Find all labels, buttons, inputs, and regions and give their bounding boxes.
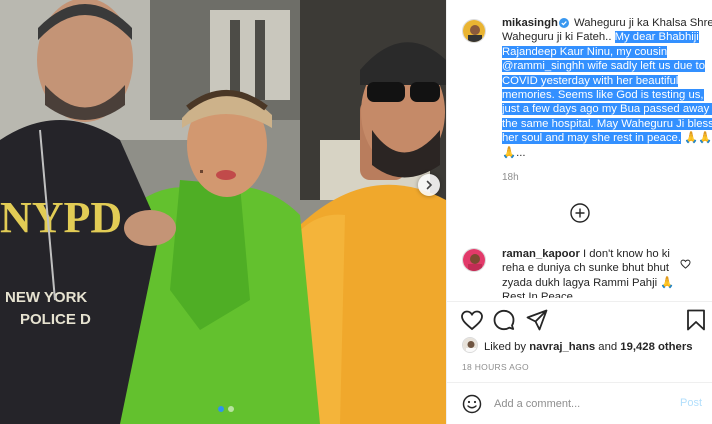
liker-username[interactable]: navraj_hans: [529, 341, 595, 353]
comment-body: raman_kapoor I don't know ho ki reha e d…: [502, 247, 678, 298]
verified-badge-icon: [558, 18, 569, 28]
comment-like-button[interactable]: [680, 256, 691, 274]
likes-connector: and: [598, 341, 618, 353]
svg-text:POLICE D: POLICE D: [20, 311, 91, 328]
comment-item: raman_kapoor I don't know ho ki reha e d…: [462, 246, 702, 298]
caption-author-username[interactable]: mikasingh: [502, 17, 558, 29]
comment-input[interactable]: [494, 396, 664, 412]
actions-divider: [447, 301, 712, 302]
commenter-username[interactable]: raman_kapoor: [502, 248, 580, 260]
svg-text:NYPD: NYPD: [0, 193, 122, 242]
likes-summary: Liked by navraj_hans and 19,428 others: [484, 341, 693, 353]
likes-prefix: Liked by: [484, 341, 527, 353]
liker-avatar[interactable]: [462, 337, 478, 353]
paper-plane-icon: [526, 309, 548, 331]
post-photo[interactable]: NYPD NEW YORK POLICE D: [0, 0, 446, 424]
heart-icon: [680, 259, 691, 269]
comment-bubble-icon: [493, 309, 515, 331]
like-button[interactable]: [460, 309, 484, 336]
svg-text:NEW YORK: NEW YORK: [5, 289, 87, 306]
carousel-indicator: [218, 406, 234, 412]
plus-circle-icon: [570, 203, 590, 223]
caption-highlighted-text: My dear Bhabhiji Rajandeep Kaur Ninu, my…: [502, 31, 712, 145]
add-comment-form: Post: [462, 394, 708, 414]
photo-illustration: NYPD NEW YORK POLICE D: [0, 0, 446, 424]
likes-count[interactable]: 19,428 others: [620, 341, 692, 353]
save-button[interactable]: [686, 309, 706, 336]
share-button[interactable]: [526, 309, 548, 336]
commenter-avatar[interactable]: [462, 248, 486, 272]
action-bar: [460, 309, 706, 333]
chevron-right-icon: [426, 180, 433, 190]
carousel-dot: [228, 406, 234, 412]
comment-button[interactable]: [493, 309, 515, 336]
load-more-comments-button[interactable]: [569, 202, 591, 224]
avatar-image: [463, 249, 485, 271]
post-caption: mikasingh Waheguru ji ka Khalsa Shree Wa…: [502, 16, 712, 160]
carousel-dot-active: [218, 406, 224, 412]
comment-box-divider: [447, 382, 712, 383]
post-comment-button[interactable]: Post: [680, 397, 702, 409]
heart-icon: [461, 310, 483, 331]
smiley-icon: [462, 394, 482, 414]
caption-timestamp: 18h: [502, 172, 519, 183]
emoji-button[interactable]: [462, 394, 482, 419]
post-age[interactable]: 18 HOURS AGO: [462, 362, 529, 372]
author-avatar[interactable]: [462, 19, 486, 43]
instagram-post: NYPD NEW YORK POLICE D mikasingh Wahegur…: [0, 0, 712, 424]
carousel-next-button[interactable]: [418, 174, 440, 196]
bookmark-icon: [687, 309, 705, 331]
